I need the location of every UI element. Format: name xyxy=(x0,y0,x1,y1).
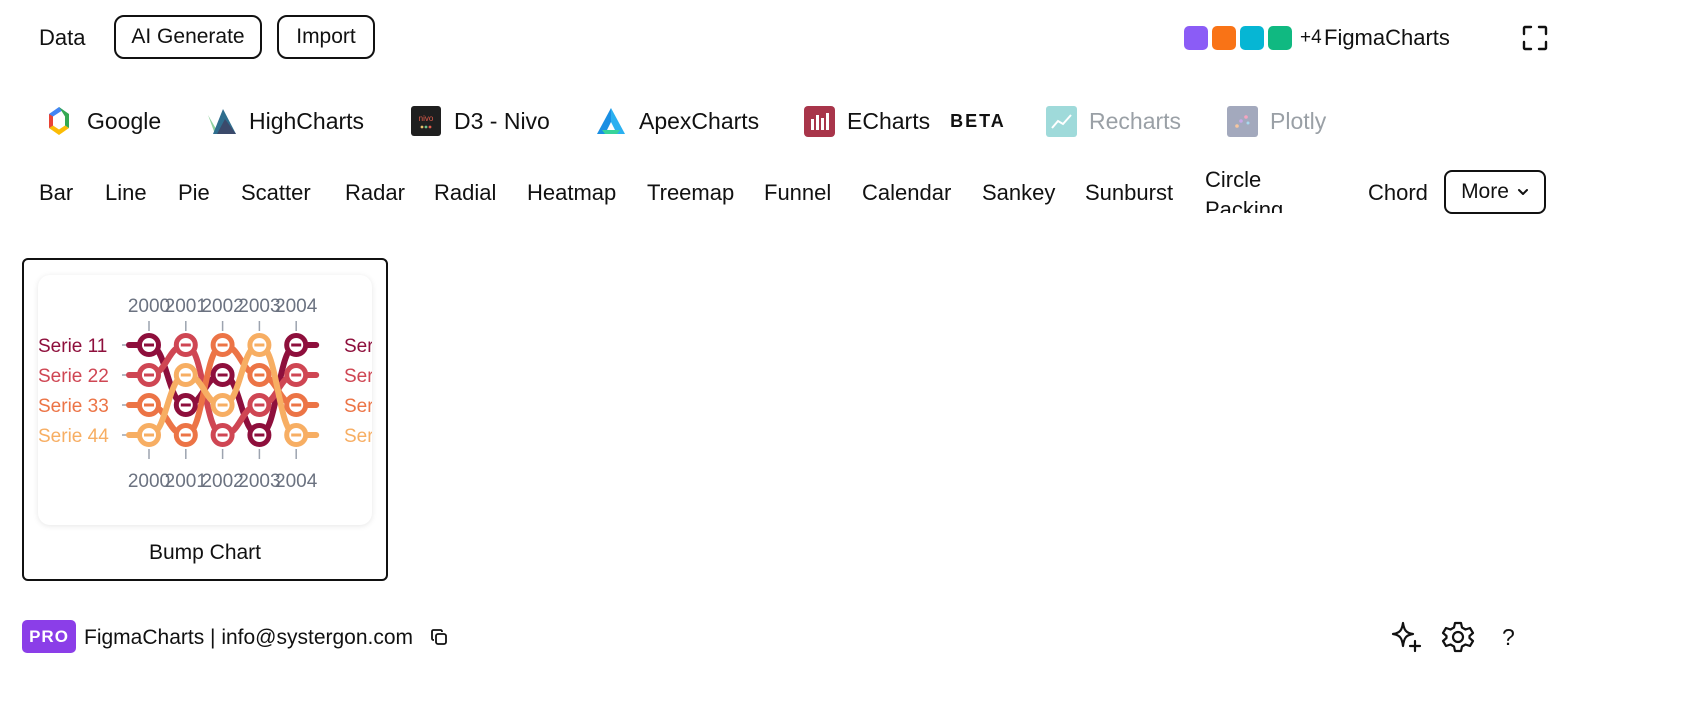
bump-chart-svg: 2000200020012001200220022003200320042004… xyxy=(38,296,372,492)
type-tab-funnel[interactable]: Funnel xyxy=(764,180,831,206)
library-tab-recharts[interactable]: Recharts xyxy=(1045,105,1181,137)
nivo-icon: nivo xyxy=(410,105,442,137)
swatch-cyan xyxy=(1240,26,1264,50)
highcharts-icon xyxy=(205,105,237,137)
ai-generate-button[interactable]: AI Generate xyxy=(114,15,262,59)
type-tab-radar[interactable]: Radar xyxy=(345,180,405,206)
series-label-left: Serie 22 xyxy=(38,366,109,387)
plotly-icon xyxy=(1226,105,1258,137)
type-tab-treemap[interactable]: Treemap xyxy=(647,180,734,206)
x-tick-label-bottom: 2004 xyxy=(275,471,318,492)
swatch-orange xyxy=(1212,26,1236,50)
swatch-green xyxy=(1268,26,1292,50)
type-tab-radial[interactable]: Radial xyxy=(434,180,496,206)
series-label-right: Ser xyxy=(344,396,372,417)
type-tab-scatter[interactable]: Scatter xyxy=(241,180,311,206)
google-icon xyxy=(43,105,75,137)
beta-badge: BETA xyxy=(950,110,1006,131)
type-tab-calendar[interactable]: Calendar xyxy=(862,180,951,206)
chart-card-bump[interactable]: 2000 2000 2001 2001 2002 2002 2003 2003 2004 2004… xyxy=(22,258,388,581)
swatch-purple xyxy=(1184,26,1208,50)
library-label: Recharts xyxy=(1089,107,1182,134)
swatch-more-count: +4 xyxy=(1300,27,1322,48)
pro-badge: PRO xyxy=(22,620,76,653)
apexcharts-icon xyxy=(595,105,627,137)
chevron-down-icon xyxy=(1517,180,1529,204)
sparkle-icon[interactable] xyxy=(1387,618,1425,656)
type-tab-line[interactable]: Line xyxy=(105,180,147,206)
help-icon[interactable]: ? xyxy=(1502,624,1515,651)
brand-name: FigmaCharts xyxy=(1324,25,1450,50)
import-button[interactable]: Import xyxy=(277,15,375,59)
series-label-left: Serie 33 xyxy=(38,396,109,417)
x-tick-label-top: 2004 xyxy=(275,296,318,317)
library-tab-highcharts[interactable]: HighCharts xyxy=(205,105,364,137)
library-label: Google xyxy=(87,107,162,134)
library-label: Plotly xyxy=(1270,107,1327,134)
library-tab-nivo[interactable]: nivo D3 - Nivo xyxy=(410,105,550,137)
echarts-icon xyxy=(803,105,835,137)
series-label-left: Serie 11 xyxy=(38,336,107,357)
nivo-icon-text: nivo xyxy=(419,114,434,123)
chart-preview: 2000 2000 2001 2001 2002 2002 2003 2003 2004 2004… xyxy=(38,275,372,525)
more-label: More xyxy=(1461,180,1509,203)
type-tab-sunburst[interactable]: Sunburst xyxy=(1085,180,1173,206)
type-tab-bar[interactable]: Bar xyxy=(39,180,73,206)
fullscreen-icon[interactable] xyxy=(1521,24,1549,52)
type-tab-sankey[interactable]: Sankey xyxy=(982,180,1055,206)
type-tab-heatmap[interactable]: Heatmap xyxy=(527,180,616,206)
copy-icon[interactable] xyxy=(429,627,449,647)
library-tab-echarts[interactable]: ECharts BETA xyxy=(803,105,1006,137)
data-tab[interactable]: Data xyxy=(39,25,85,51)
library-label: HighCharts xyxy=(249,107,365,134)
library-label: ApexCharts xyxy=(639,107,760,134)
library-label: ECharts xyxy=(847,107,931,134)
series-label-left: Serie 44 xyxy=(38,426,109,447)
series-label-right: Ser xyxy=(344,426,372,447)
gear-icon[interactable] xyxy=(1440,619,1476,655)
series-label-right: Ser xyxy=(344,366,372,387)
library-tab-google[interactable]: Google xyxy=(43,105,161,137)
chart-card-caption: Bump Chart xyxy=(148,541,262,564)
more-dropdown-button[interactable]: More xyxy=(1444,170,1546,214)
library-tab-plotly[interactable]: Plotly xyxy=(1226,105,1326,137)
theme-palette[interactable]: +4 xyxy=(1184,26,1322,50)
footer-contact: FigmaCharts | info@systergon.com xyxy=(84,626,414,649)
library-tab-apexcharts[interactable]: ApexCharts xyxy=(595,105,759,137)
type-tab-chord[interactable]: Chord xyxy=(1368,180,1428,206)
type-tab-circle-packing[interactable]: Circle Packing xyxy=(1205,165,1295,213)
type-tab-pie[interactable]: Pie xyxy=(178,180,210,206)
library-label: D3 - Nivo xyxy=(454,107,550,134)
recharts-icon xyxy=(1045,105,1077,137)
series-label-right: Ser xyxy=(344,336,372,357)
